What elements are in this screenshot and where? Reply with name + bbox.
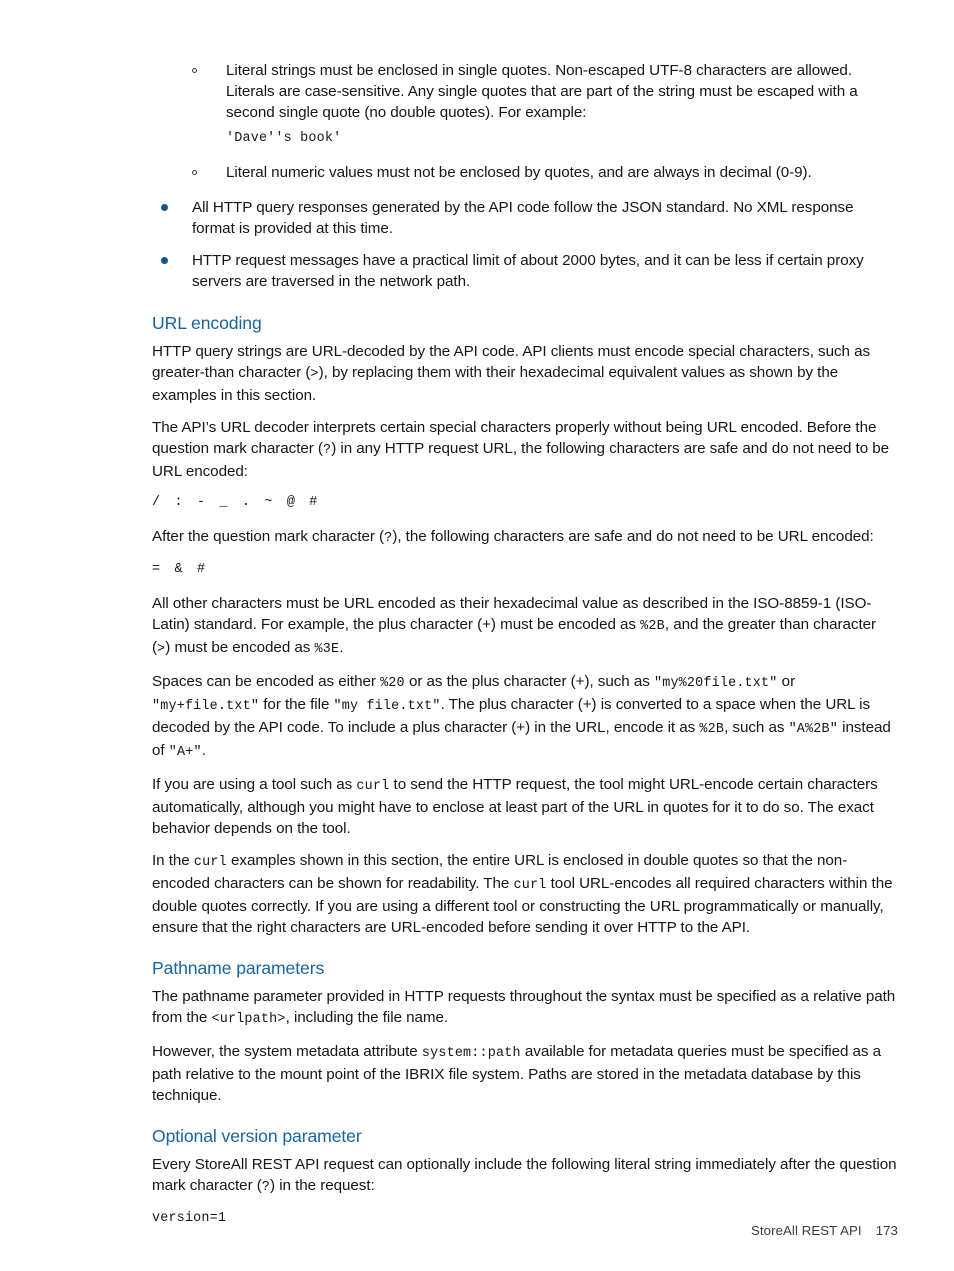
paragraph-version-literal: Every StoreAll REST API request can opti… — [152, 1154, 898, 1198]
footer-chapter-title: StoreAll REST API — [751, 1223, 862, 1238]
inline-code-my-percent20-file: "my%20file.txt" — [653, 676, 778, 691]
paragraph-iso-8859-1: All other characters must be URL encoded… — [152, 593, 898, 660]
paragraph-curl-examples: In the curl examples shown in this secti… — [152, 850, 898, 938]
paragraph-safe-before-question: The API’s URL decoder interprets certain… — [152, 417, 898, 482]
main-bullet-text-2: HTTP request messages have a practical l… — [192, 252, 864, 290]
main-bullet-list: All HTTP query responses generated by th… — [152, 197, 898, 292]
text-fragment: ) must be encoded as — [165, 639, 315, 656]
inline-code-urlpath: <urlpath> — [211, 1012, 286, 1027]
text-fragment: . — [339, 639, 344, 656]
list-item: All HTTP query responses generated by th… — [152, 197, 898, 239]
code-sample-safe-chars-after: = & # — [152, 562, 209, 577]
page-content: Literal strings must be enclosed in sing… — [152, 60, 898, 1242]
text-fragment: ) in the request: — [270, 1177, 375, 1194]
inline-code-system-path: system::path — [421, 1046, 521, 1061]
code-sample-dave-book: 'Dave''s book' — [226, 131, 342, 146]
paragraph-curl-tool: If you are using a tool such as curl to … — [152, 774, 898, 839]
sub-bullet-text-1: Literal strings must be enclosed in sing… — [226, 62, 858, 121]
text-fragment: However, the system metadata attribute — [152, 1043, 422, 1060]
text-fragment: or as the plus character (+), such as — [404, 673, 654, 690]
code-sample-safe-chars-before: / : - _ . ~ @ # — [152, 495, 321, 510]
inline-code-my-plus-file: "my+file.txt" — [152, 699, 260, 714]
section-heading-optional-version-parameter: Optional version parameter — [152, 1126, 362, 1146]
footer-page-number: 173 — [875, 1223, 898, 1238]
text-fragment: or — [777, 673, 796, 690]
text-fragment: . — [201, 742, 206, 759]
text-fragment: for the file — [259, 696, 334, 713]
paragraph-safe-after-question: After the question mark character (?), t… — [152, 526, 898, 549]
inline-code-percent-2b: %2B — [699, 722, 725, 737]
inline-code-curl: curl — [193, 855, 227, 870]
main-bullet-text-1: All HTTP query responses generated by th… — [192, 199, 854, 237]
document-page: Literal strings must be enclosed in sing… — [0, 0, 954, 1271]
text-fragment: Spaces can be encoded as either — [152, 673, 381, 690]
inline-code-a-plus: "A+" — [168, 745, 202, 760]
inline-code-curl: curl — [513, 878, 547, 893]
text-fragment: , including the file name. — [285, 1009, 449, 1026]
sub-bullet-text-2: Literal numeric values must not be enclo… — [226, 164, 812, 181]
paragraph-url-decoded: HTTP query strings are URL-decoded by th… — [152, 341, 898, 406]
inline-code-percent-3e: %3E — [314, 642, 340, 657]
section-heading-url-encoding: URL encoding — [152, 313, 262, 333]
sub-bullet-list: Literal strings must be enclosed in sing… — [152, 60, 898, 183]
text-fragment: If you are using a tool such as — [152, 776, 357, 793]
inline-code-greater-than: > — [310, 367, 319, 382]
inline-code-curl: curl — [356, 779, 390, 794]
paragraph-space-encoding: Spaces can be encoded as either %20 or a… — [152, 671, 898, 763]
paragraph-pathname-relative: The pathname parameter provided in HTTP … — [152, 986, 898, 1030]
inline-code-question-mark: ? — [322, 443, 332, 458]
inline-code-my-file: "my file.txt" — [333, 699, 441, 714]
inline-code-percent-2b: %2B — [640, 619, 665, 634]
inline-code-a-percent2b: "A%2B" — [788, 722, 838, 737]
paragraph-system-path: However, the system metadata attribute s… — [152, 1041, 898, 1106]
list-item: HTTP request messages have a practical l… — [152, 250, 898, 292]
page-footer: StoreAll REST API 173 — [152, 1223, 898, 1238]
text-fragment: , such as — [724, 719, 789, 736]
list-item: Literal numeric values must not be enclo… — [152, 162, 898, 183]
list-item: Literal strings must be enclosed in sing… — [152, 60, 898, 148]
text-fragment: ), the following characters are safe and… — [392, 528, 874, 545]
section-heading-pathname-parameters: Pathname parameters — [152, 958, 325, 978]
text-fragment: After the question mark character ( — [152, 528, 385, 545]
text-fragment: In the — [152, 852, 194, 869]
inline-code-percent-20: %20 — [380, 676, 405, 691]
inline-code-question-mark: ? — [261, 1180, 271, 1195]
